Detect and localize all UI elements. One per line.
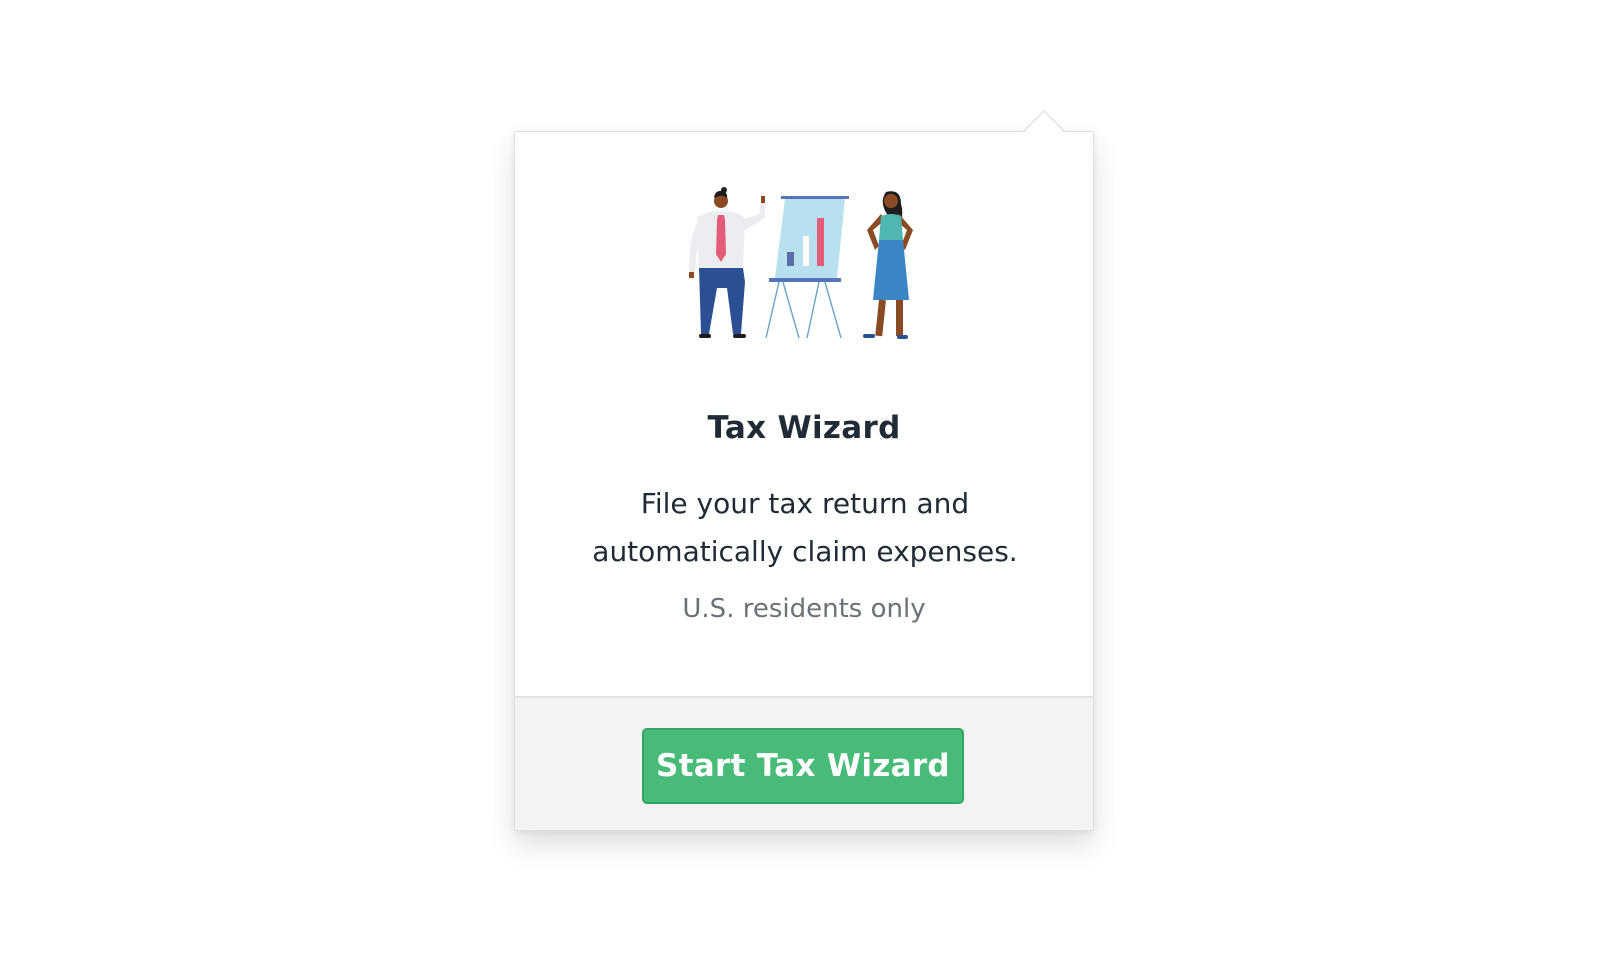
woman-figure: [863, 191, 913, 339]
popover-title: Tax Wizard: [707, 410, 901, 446]
popover-arrow-inner: [1023, 112, 1065, 133]
presentation-illustration: [689, 187, 913, 339]
start-tax-wizard-button[interactable]: Start Tax Wizard: [642, 728, 964, 804]
popover-body: Tax Wizard File your tax return and auto…: [515, 132, 1093, 696]
chart-easel: [765, 196, 849, 339]
residency-note: U.S. residents only: [682, 594, 926, 624]
popover-footer: Start Tax Wizard: [515, 696, 1093, 830]
man-figure: [689, 187, 765, 338]
tax-wizard-popover: Tax Wizard File your tax return and auto…: [514, 131, 1094, 831]
popover-description: File your tax return and automatically c…: [592, 487, 1018, 568]
